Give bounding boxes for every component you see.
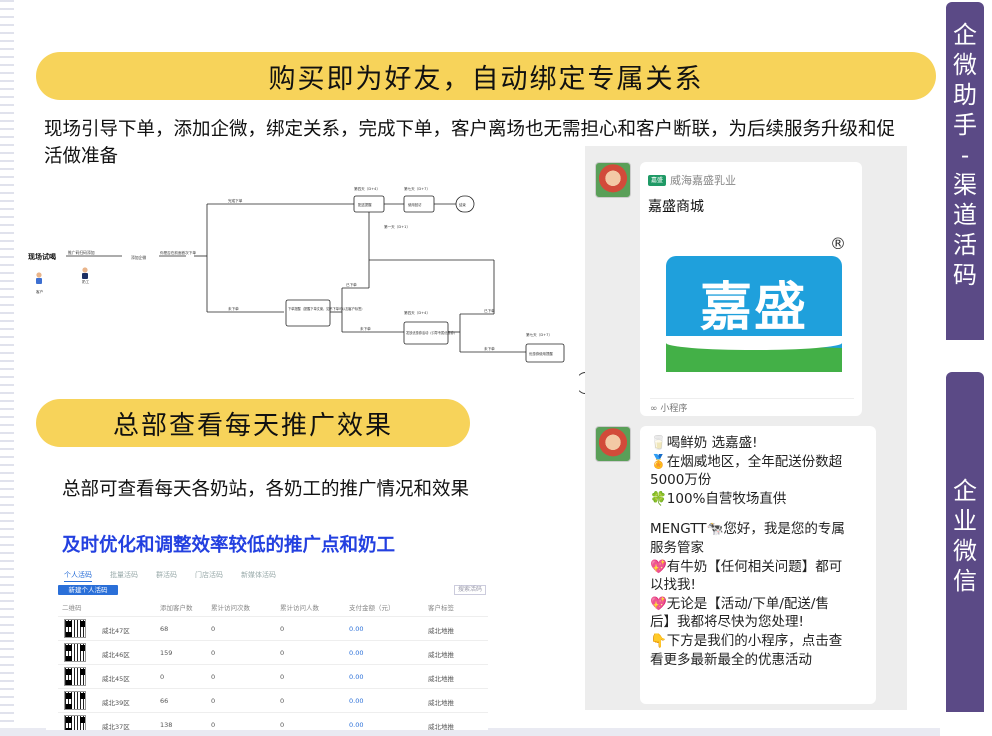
message-line: 服务管家: [650, 539, 704, 556]
flow-done-label: 完成下单: [228, 198, 243, 203]
tab-store-code[interactable]: 门店活码: [195, 570, 223, 582]
qrcode-icon: [64, 643, 86, 662]
message-line: 🍀100%自营牧场直供: [650, 490, 787, 507]
customer-flowchart: 现场试喝 推广码扫码添加 添加企微 你是否在前面首次下单 完成下单 未下单 第四…: [28, 186, 565, 363]
col-added: 添加客户数: [160, 604, 193, 612]
message-line: 5000万份: [650, 472, 712, 489]
flow-not-label: 未下单: [228, 306, 239, 311]
flow-coupon-remind-label: 优惠券使用提醒: [529, 351, 553, 356]
qrcode-icon: [64, 667, 86, 686]
flow-day4-label: 第四天（D+4）: [354, 186, 380, 191]
flow-followup-label: 使用回访: [408, 202, 422, 207]
flow-day7-label: 第七天（D+7）: [404, 186, 430, 191]
flow-start-label: 现场试喝: [28, 252, 56, 261]
tab-batch-code[interactable]: 批量活码: [110, 570, 138, 582]
table-row[interactable]: 威北39区 66 0 0 0.00 威北地推: [58, 688, 488, 711]
flow-ordered-label: 已下单: [346, 282, 357, 287]
message-line: 🏅在烟威地区，全年配送份数超: [650, 453, 843, 470]
flow-notordered2-label: 未下单: [484, 346, 495, 351]
qrcode-icon: [64, 715, 86, 730]
qrcode-icon: [64, 691, 86, 710]
left-decor-stripe: [0, 0, 14, 736]
message-line: 💖有牛奶【任何相关问题】都可: [650, 558, 843, 575]
flow-staff-label: 奶工: [82, 279, 90, 284]
col-qrcode: 二维码: [62, 604, 82, 612]
message-line: 看更多最新最全的优惠活动: [650, 651, 812, 668]
tab-media-code[interactable]: 新媒体活码: [241, 570, 276, 582]
avatar: [595, 162, 631, 198]
sidebar-tag-wecom-assistant[interactable]: 企微助 手-渠 道活码: [946, 2, 984, 340]
message-line: 💖无论是【活动/下单/配送/售: [650, 595, 829, 612]
avatar: [595, 426, 631, 462]
qrcode-icon: [64, 619, 86, 638]
hq-highlight: 及时优化和调整效率较低的推广点和奶工: [62, 535, 396, 556]
sidebar-tag-wecom[interactable]: 企业 微信: [946, 372, 984, 712]
flow-end-label: 结束: [459, 202, 466, 207]
flow-question-label: 你是否在前面首次下单: [160, 250, 196, 255]
brand-logo-small-icon: 嘉盛: [648, 174, 666, 186]
flow-coupon-label: 发放优惠券活动（引导专属优惠券）: [406, 330, 457, 335]
flow-remind-label: 下单提醒（提醒下单文案，如不下单可以加客户标签）: [288, 306, 365, 311]
promo-code-table-screenshot: 个人活码 批量活码 群活码 门店活码 新媒体活码 新建个人活码 搜索活码 二维码…: [46, 566, 488, 730]
tab-group-code[interactable]: 群活码: [156, 570, 177, 582]
col-visitors: 累计访问人数: [280, 604, 319, 612]
code-type-tabs: 个人活码 批量活码 群活码 门店活码 新媒体活码: [64, 570, 276, 582]
hq-paragraph: 总部可查看每天各奶站，各奶工的推广情况和效果: [62, 479, 470, 500]
col-tag: 客户标签: [428, 604, 454, 612]
flow-notordered-label: 未下单: [360, 326, 371, 331]
flow-day4b-label: 第四天（D+4）: [404, 310, 430, 315]
table-header: 二维码 添加客户数 累计访问次数 累计访问人数 支付金额（元） 客户标签: [58, 602, 488, 614]
flow-day7b-label: 第七天（D+7）: [526, 332, 552, 337]
tab-personal-code[interactable]: 个人活码: [64, 570, 92, 582]
table-row[interactable]: 威北47区 68 0 0 0.00 威北地推: [58, 616, 488, 639]
customer-person-icon: [36, 272, 42, 284]
banner-hq-view: 总部查看每天推广效果: [36, 399, 470, 447]
mini-program-card[interactable]: 嘉盛 威海嘉盛乳业 嘉盛商城 ® 嘉盛 ∞ 小程序: [640, 162, 862, 416]
col-amount: 支付金额（元）: [349, 604, 395, 612]
table-row[interactable]: 威北37区 138 0 0 0.00 威北地推: [58, 712, 488, 730]
message-line: 后】我都将尽快为您处理!: [650, 614, 804, 631]
message-line: MENGTT🐄您好，我是您的专属: [650, 521, 845, 538]
flow-ordered2-label: 已下单: [484, 308, 495, 313]
staff-person-icon: [82, 267, 88, 279]
mini-program-footer: ∞ 小程序: [650, 398, 854, 414]
banner-title-binding: 购买即为好友，自动绑定专属关系: [36, 52, 936, 100]
table-row[interactable]: 威北45区 0 0 0 0.00 威北地推: [58, 664, 488, 687]
flow-scan-label: 推广码扫码添加: [68, 250, 95, 255]
mini-program-title: 嘉盛商城: [648, 199, 704, 215]
table-row[interactable]: 威北46区 159 0 0 0.00 威北地推: [58, 640, 488, 663]
mini-program-source: 嘉盛 威海嘉盛乳业: [648, 172, 736, 188]
flow-delivery-label: 配送提醒: [358, 202, 372, 207]
search-code-input[interactable]: 搜索活码: [454, 585, 486, 595]
wechat-chat-panel: 嘉盛 威海嘉盛乳业 嘉盛商城 ® 嘉盛 ∞ 小程序 🥛喝鲜奶 选嘉盛! 🏅在烟威…: [585, 146, 907, 710]
welcome-message-bubble: 🥛喝鲜奶 选嘉盛! 🏅在烟威地区，全年配送份数超 5000万份 🍀100%自营牧…: [640, 426, 876, 704]
new-personal-code-button[interactable]: 新建个人活码: [58, 585, 118, 595]
message-line: 🥛喝鲜奶 选嘉盛!: [650, 435, 758, 451]
flow-add-label: 添加企微: [131, 255, 146, 260]
brand-logo-image: ® 嘉盛: [652, 234, 852, 394]
col-visits: 累计访问次数: [211, 604, 250, 612]
flow-day1-label: 第一天（D+1）: [384, 224, 410, 229]
flow-customer-label: 客户: [36, 289, 44, 294]
message-line: 以找我!: [650, 577, 696, 594]
message-line: 👇下方是我们的小程序，点击查: [650, 632, 843, 649]
